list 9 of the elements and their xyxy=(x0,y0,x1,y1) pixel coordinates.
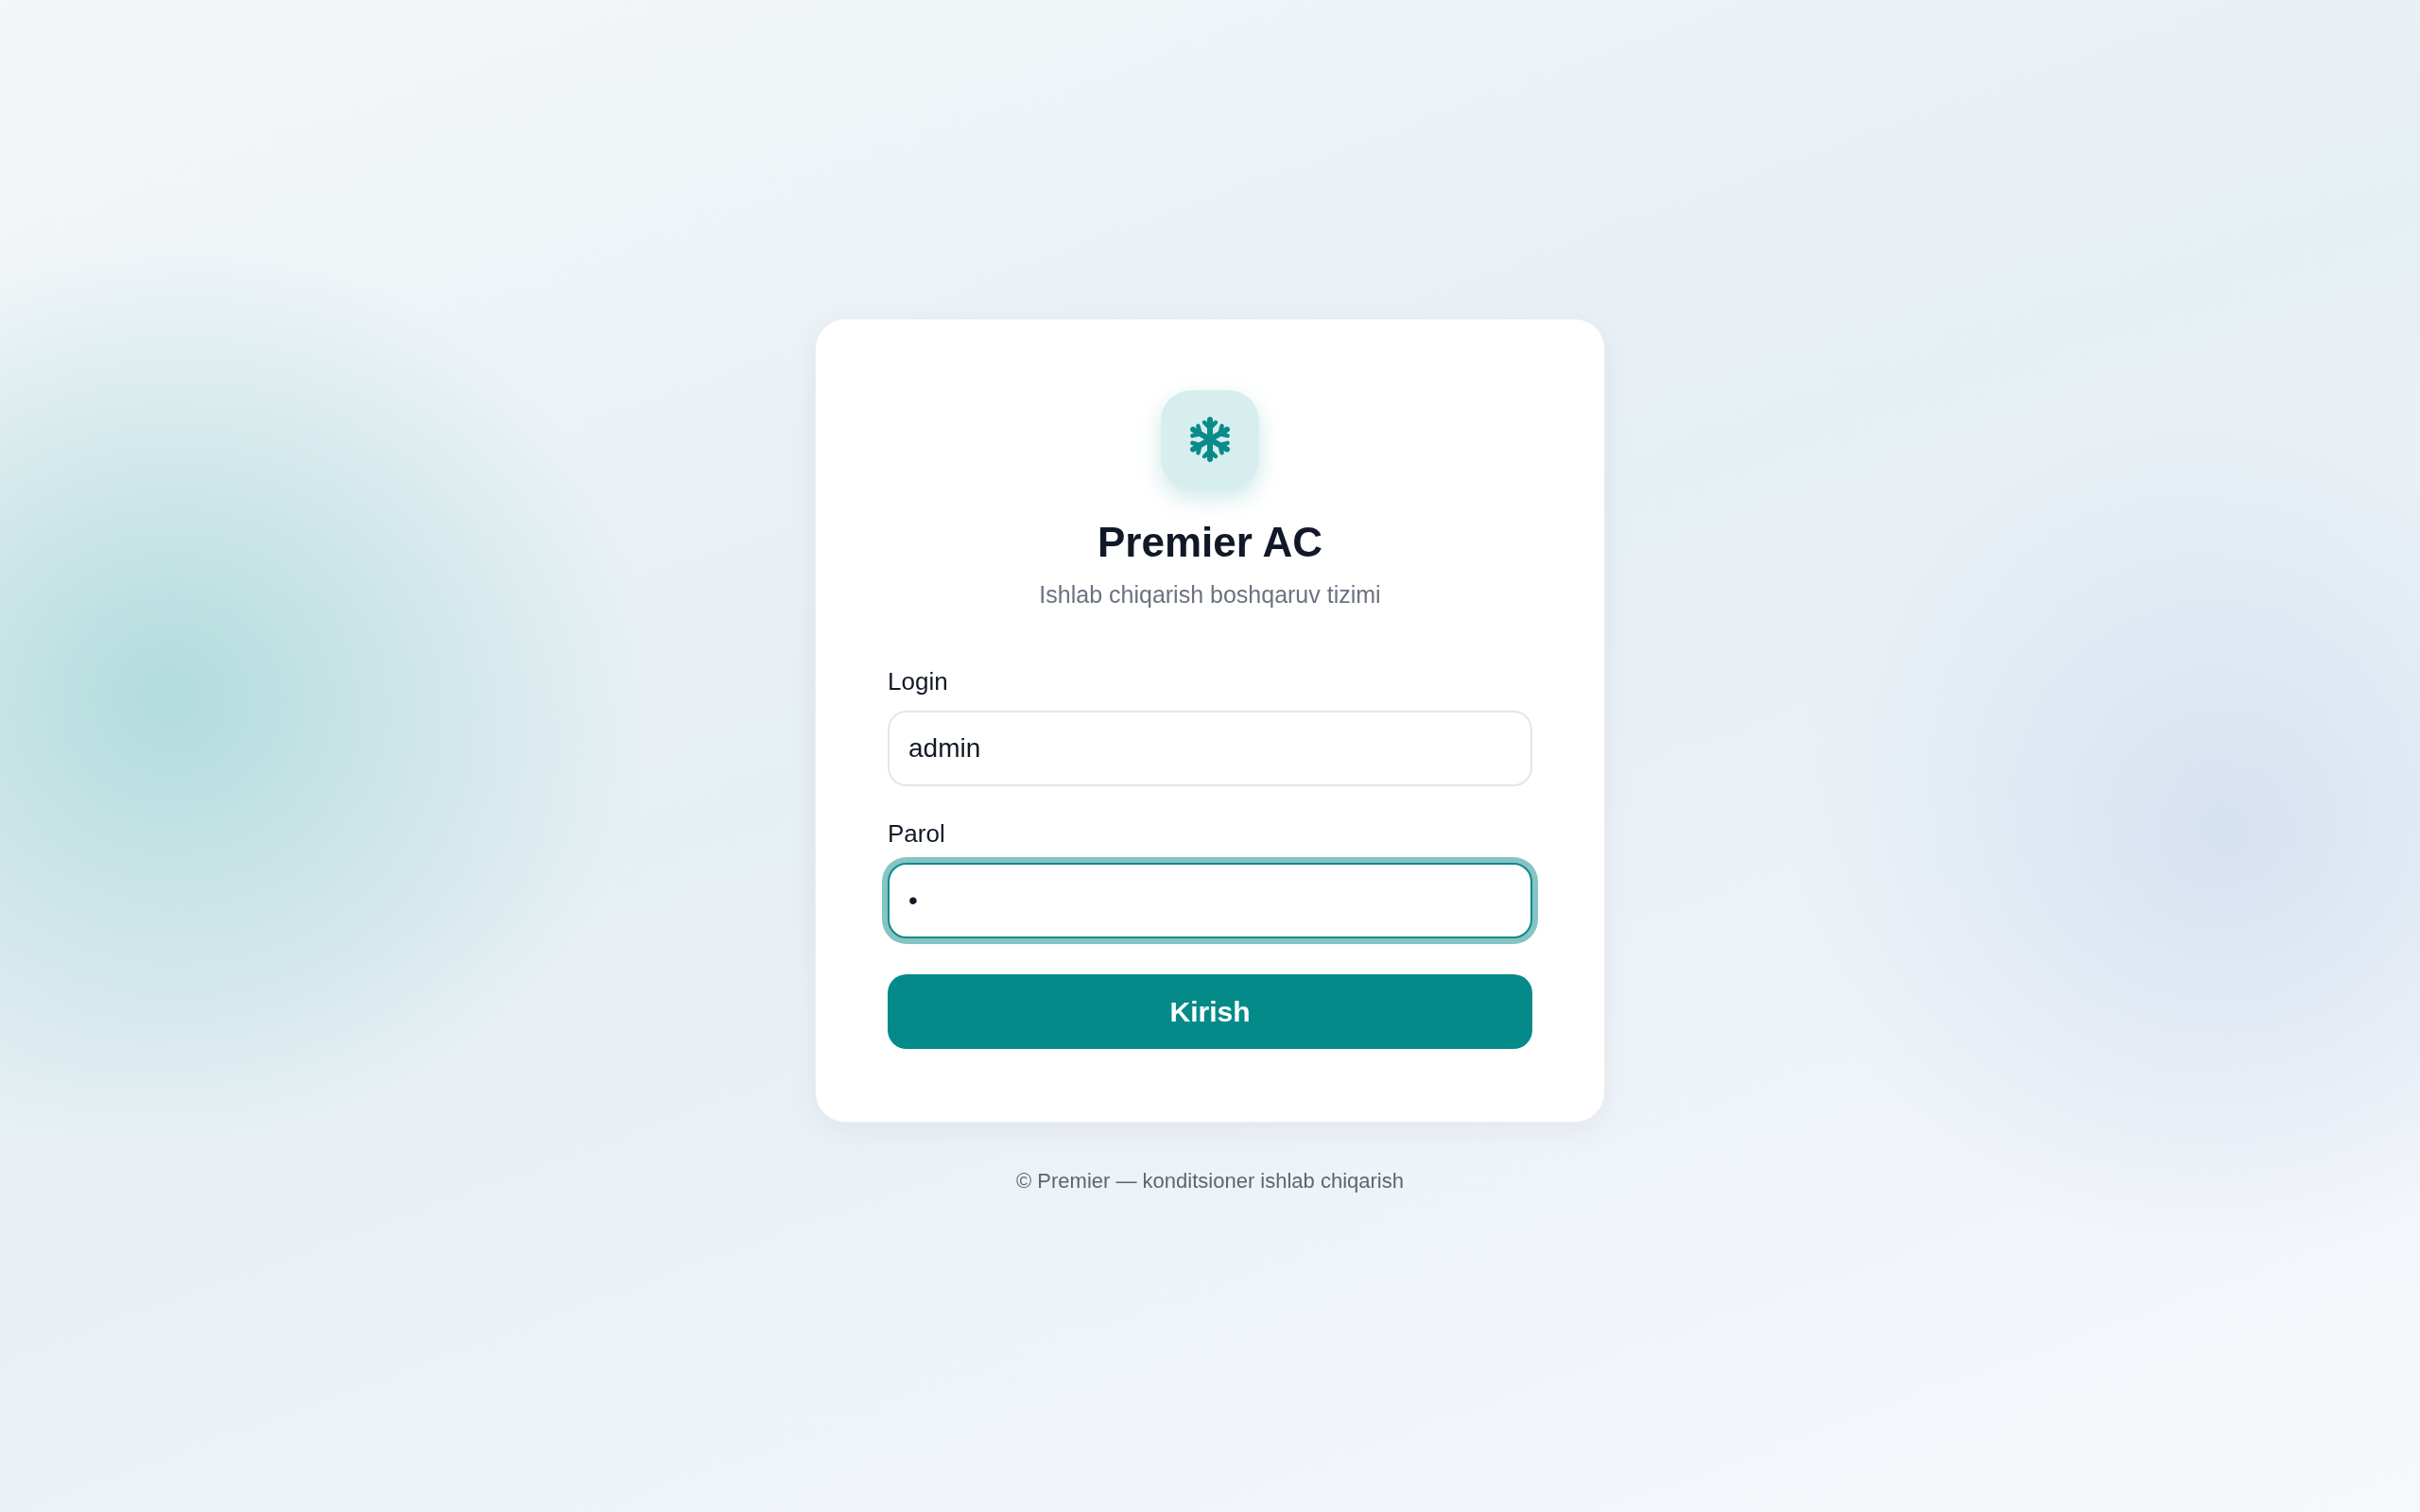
app-subtitle: Ishlab chiqarish boshqaruv tizimi xyxy=(1039,579,1381,610)
app-title: Premier AC xyxy=(1098,517,1322,567)
footer-text: © Premier — konditsioner ishlab chiqarish xyxy=(1016,1167,1404,1194)
input-field[interactable]: admin xyxy=(888,710,1532,786)
snowflake-icon xyxy=(1161,389,1259,489)
login-button[interactable]: Kirish xyxy=(888,973,1532,1049)
input-field[interactable]: • xyxy=(888,862,1532,938)
field-label: Login xyxy=(888,665,948,696)
field-label: Parol xyxy=(888,817,945,849)
